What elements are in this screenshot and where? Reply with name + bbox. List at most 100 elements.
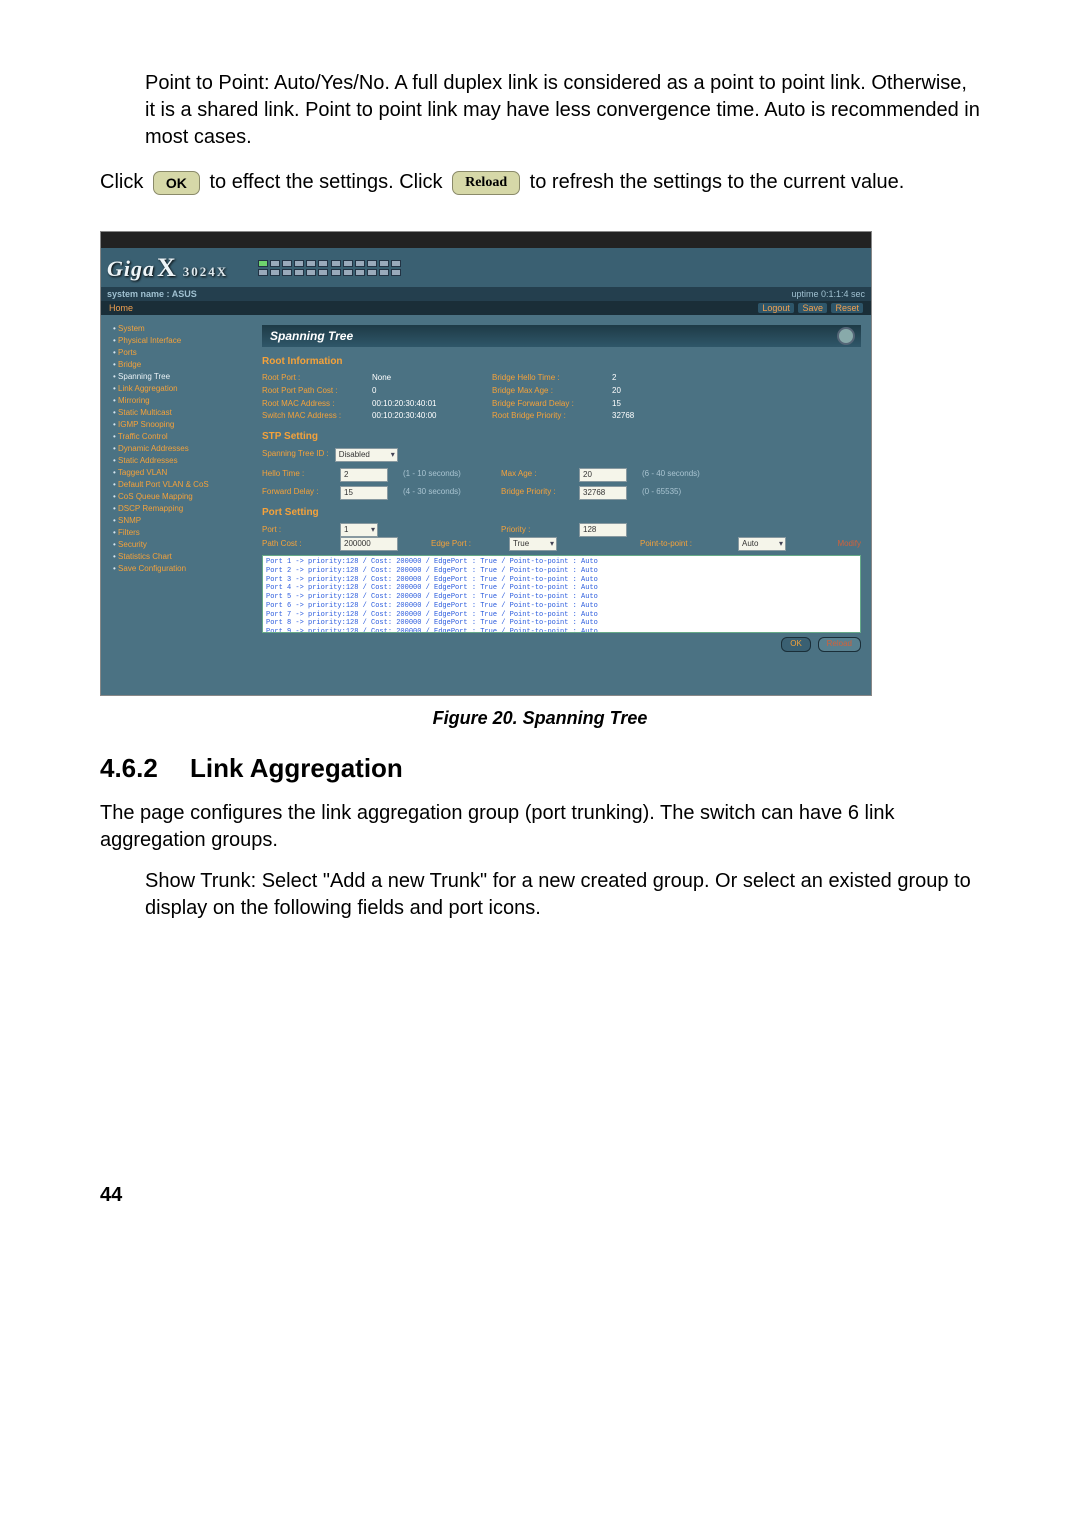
sub-tabs: Logout Save Reset [756,302,863,314]
page-number: 44 [100,1182,980,1209]
note: (6 - 40 seconds) [642,469,722,480]
max-age-input[interactable]: 20 [579,468,627,482]
sidebar-item[interactable]: Mirroring [113,395,256,407]
list-item: Port 9 -> priority:128 / Cost: 200000 / … [266,628,857,633]
label: Bridge Forward Delay : [492,399,602,410]
label: Root Port Path Cost : [262,386,362,397]
screenshot-spanning-tree: GigaX 3024X system name : ASUS uptime 0:1… [100,231,872,696]
list-item: Port 7 -> priority:128 / Cost: 200000 / … [266,611,857,620]
sidebar-item[interactable]: Ports [113,347,256,359]
label: Port : [262,525,332,536]
label: Root MAC Address : [262,399,362,410]
sidebar-item[interactable]: IGMP Snooping [113,419,256,431]
status-uptime: uptime 0:1:1:4 sec [791,288,865,300]
text-click-suffix: to refresh the settings to the current v… [530,171,905,193]
root-info-grid: Root Port : None Bridge Hello Time : 2 R… [262,373,861,422]
forward-delay-input[interactable]: 15 [340,486,388,500]
hello-time-input[interactable]: 2 [340,468,388,482]
shot-sub-bar: Home Logout Save Reset [101,301,871,315]
figure-caption: Figure 20. Spanning Tree [100,706,980,730]
section-stp-setting: STP Setting [262,430,861,444]
sidebar-item[interactable]: Security [113,539,256,551]
panel-title-text: Spanning Tree [270,328,353,344]
paragraph-click-buttons: Click OK to effect the settings. Click R… [100,169,980,196]
path-cost-input[interactable]: 200000 [340,537,398,551]
sidebar-item[interactable]: Statistics Chart [113,551,256,563]
shot-status-bar: system name : ASUS uptime 0:1:1:4 sec [101,287,871,301]
note: (0 - 65535) [642,487,722,498]
section-port-setting: Port Setting [262,506,861,520]
label: Root Bridge Priority : [492,411,602,422]
text-click-mid: to effect the settings. Click [209,171,442,193]
sidebar-item[interactable]: Filters [113,527,256,539]
sidebar-item[interactable]: Tagged VLAN [113,467,256,479]
device-logo: GigaX 3024X [107,250,228,285]
reload-button[interactable]: Reload [818,637,861,652]
modify-link[interactable]: Modify [801,539,861,550]
ok-button[interactable]: OK [781,637,811,652]
sidebar-item[interactable]: Physical Interface [113,335,256,347]
panel-buttons: OK Reload [262,637,861,652]
sidebar-item[interactable]: Save Configuration [113,563,256,575]
spanning-tree-select[interactable]: Disabled [335,448,398,462]
sub-home[interactable]: Home [109,302,133,314]
logo-brand: Giga [107,256,155,281]
label: Path Cost : [262,539,332,550]
priority-input[interactable]: 128 [579,523,627,537]
value: 15 [612,399,672,410]
sidebar-item[interactable]: System [113,323,256,335]
value: 32768 [612,411,672,422]
list-item: Port 8 -> priority:128 / Cost: 200000 / … [266,619,857,628]
label: Bridge Priority : [501,487,571,498]
value: 00:10:20:30:40:01 [372,399,482,410]
sidebar-item[interactable]: Traffic Control [113,431,256,443]
list-item: Port 4 -> priority:128 / Cost: 200000 / … [266,584,857,593]
logo-x: X [157,253,177,282]
list-item: Port 3 -> priority:128 / Cost: 200000 / … [266,576,857,585]
tab-logout[interactable]: Logout [758,303,794,313]
label: Spanning Tree ID : [262,449,329,460]
paragraph-link-agg-1: The page configures the link aggregation… [100,800,980,854]
paragraph-point-to-point: Point to Point: Auto/Yes/No. A full dupl… [145,70,980,151]
p2p-select[interactable]: Auto [738,537,786,551]
list-item: Port 5 -> priority:128 / Cost: 200000 / … [266,593,857,602]
section-heading: 4.6.2Link Aggregation [100,751,980,786]
sidebar-item[interactable]: Static Multicast [113,407,256,419]
edge-port-select[interactable]: True [509,537,557,551]
tab-save[interactable]: Save [798,303,827,313]
paragraph-link-agg-2: Show Trunk: Select "Add a new Trunk" for… [145,868,980,922]
value: 0 [372,386,482,397]
label: Hello Time : [262,469,332,480]
section-title: Link Aggregation [190,753,403,783]
label: Forward Delay : [262,487,332,498]
sidebar-item[interactable]: Link Aggregation [113,383,256,395]
logo-model: 3024X [183,264,228,279]
main-panel: Spanning Tree Root Information Root Port… [262,315,871,695]
label: Switch MAC Address : [262,411,362,422]
bridge-priority-input[interactable]: 32768 [579,486,627,500]
sidebar-item-active[interactable]: Spanning Tree [113,371,256,383]
label: Edge Port : [431,539,501,550]
tab-reset[interactable]: Reset [831,303,863,313]
port-led-panel [258,260,401,276]
sidebar-item[interactable]: SNMP [113,515,256,527]
label: Root Port : [262,373,362,384]
sidebar-item[interactable]: Dynamic Addresses [113,443,256,455]
label: Bridge Max Age : [492,386,602,397]
ok-button-inline: OK [153,171,200,195]
value: None [372,373,482,384]
sidebar-item[interactable]: Default Port VLAN & CoS [113,479,256,491]
port-list-box[interactable]: Port 1 -> priority:128 / Cost: 200000 / … [262,555,861,633]
section-root-info: Root Information [262,355,861,369]
sidebar-item[interactable]: CoS Queue Mapping [113,491,256,503]
port-select[interactable]: 1 [340,523,378,537]
text-click-prefix: Click [100,171,143,193]
sidebar-item[interactable]: Bridge [113,359,256,371]
sidebar-item[interactable]: DSCP Remapping [113,503,256,515]
label: Max Age : [501,469,571,480]
status-system-name: system name : ASUS [107,288,197,300]
label: Priority : [501,525,571,536]
label: Point-to-point : [640,539,730,550]
value: 00:10:20:30:40:00 [372,411,482,422]
sidebar-item[interactable]: Static Addresses [113,455,256,467]
